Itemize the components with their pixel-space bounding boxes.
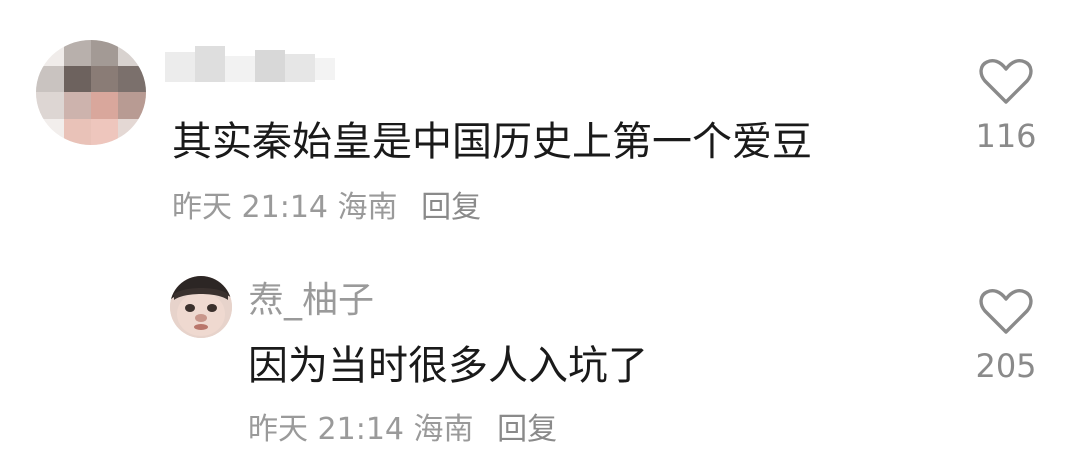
reply-button[interactable]: 回复 [421, 190, 481, 225]
like-control[interactable]: 116 [966, 58, 1046, 156]
heart-outline-icon[interactable] [979, 58, 1033, 106]
reply-avatar[interactable] [170, 276, 232, 338]
reply-like-control[interactable]: 205 [966, 288, 1046, 386]
heart-outline-icon[interactable] [979, 288, 1033, 336]
reply-reply-button[interactable]: 回复 [497, 412, 557, 447]
reply-like-count: 205 [975, 347, 1037, 385]
like-count: 116 [975, 117, 1037, 155]
face-avatar-illustration [170, 276, 232, 338]
reply-text: 因为当时很多人入坑了 [248, 343, 648, 389]
comment-text: 其实秦始皇是中国历史上第一个爱豆 [172, 119, 812, 165]
avatar[interactable] [36, 40, 146, 145]
comment-time: 昨天 21:14 [172, 190, 328, 225]
username-redacted [165, 46, 335, 88]
reply-username[interactable]: 焘_柚子 [248, 278, 374, 324]
reply-meta: 昨天 21:14 海南 回复 [248, 410, 557, 450]
comment-meta: 昨天 21:14 海南 回复 [172, 188, 481, 228]
reply-time: 昨天 21:14 [248, 412, 404, 447]
comment-location: 海南 [337, 190, 398, 225]
reply-location: 海南 [413, 412, 474, 447]
